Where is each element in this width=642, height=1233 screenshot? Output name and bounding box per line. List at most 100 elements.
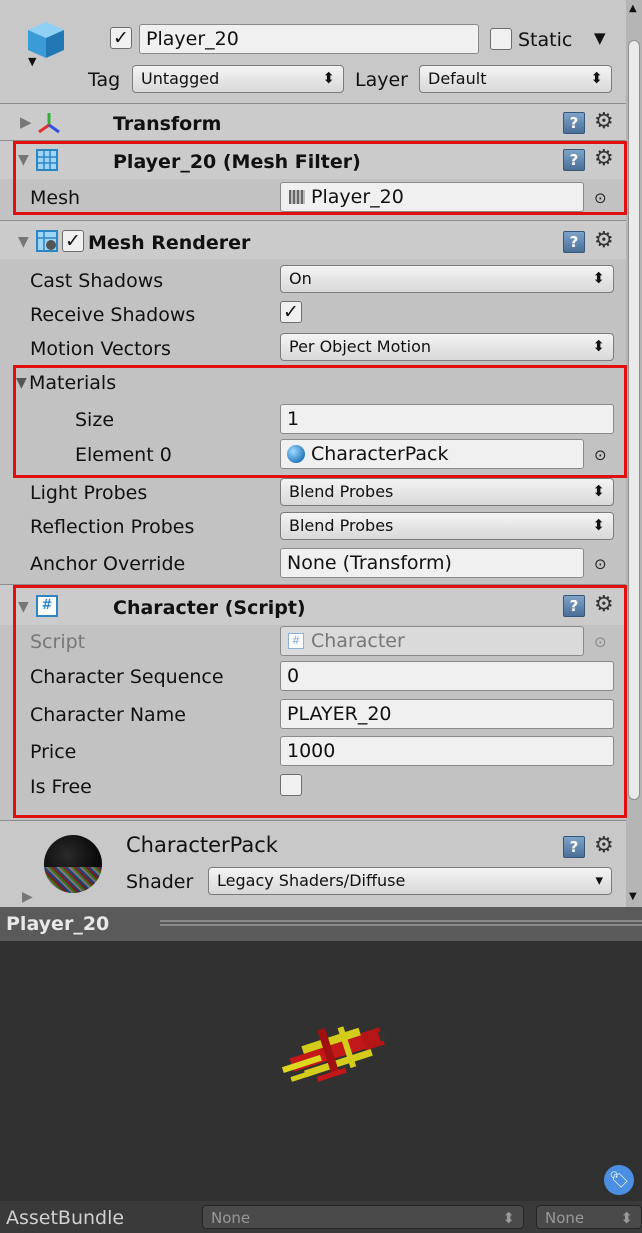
- light-probes-label: Light Probes: [30, 482, 148, 504]
- cast-shadows-dropdown[interactable]: On ⬍: [280, 265, 614, 293]
- csharp-script-icon: #: [36, 595, 58, 617]
- light-probes-dropdown[interactable]: Blend Probes ⬍: [280, 478, 614, 506]
- gear-icon[interactable]: ⚙: [594, 592, 614, 617]
- material-name: CharacterPack: [126, 833, 278, 857]
- character-name-field[interactable]: PLAYER_20: [280, 699, 614, 729]
- preview-drag-handle[interactable]: [160, 920, 642, 926]
- layer-arrow-icon: ⬍: [590, 69, 603, 87]
- foldout-expanded-icon[interactable]: ▼: [18, 235, 29, 249]
- script-label: Script: [30, 631, 86, 653]
- mesh-asset-icon: [289, 190, 305, 204]
- assetbundle-bar: AssetBundle None ⬍ None ⬍: [0, 1201, 642, 1233]
- dropdown-arrow-icon: ⬍: [620, 1209, 633, 1227]
- object-picker-icon: ⊙: [594, 633, 607, 651]
- character-sequence-field[interactable]: 0: [280, 661, 614, 691]
- price-field[interactable]: 1000: [280, 736, 614, 766]
- mesh-renderer-icon: [36, 230, 58, 252]
- object-picker-icon[interactable]: ⊙: [594, 189, 607, 207]
- character-name-label: Character Name: [30, 704, 186, 726]
- is-free-checkbox[interactable]: [280, 774, 302, 796]
- scroll-up-arrow-icon[interactable]: ▲: [629, 4, 637, 14]
- materials-size-field[interactable]: 1: [280, 404, 614, 434]
- character-script-title: Character (Script): [113, 597, 306, 619]
- gear-icon[interactable]: ⚙: [594, 109, 614, 134]
- tag-arrow-icon: ⬍: [322, 69, 335, 87]
- tag-dropdown[interactable]: Untagged ⬍: [132, 65, 344, 93]
- materials-label[interactable]: Materials: [29, 374, 116, 393]
- help-icon[interactable]: ?: [563, 149, 585, 171]
- help-icon[interactable]: ?: [563, 231, 585, 253]
- active-checkbox[interactable]: ✓: [110, 27, 132, 49]
- mesh-renderer-component-header[interactable]: ▼ ✓ Mesh Renderer ? ⚙: [0, 221, 626, 259]
- mesh-renderer-title: Mesh Renderer: [88, 232, 251, 254]
- assetbundle-name-dropdown[interactable]: None ⬍: [202, 1205, 524, 1229]
- reflection-probes-value: Blend Probes: [289, 516, 394, 535]
- help-icon[interactable]: ?: [563, 112, 585, 134]
- script-asset-icon: #: [288, 633, 304, 649]
- receive-shadows-checkbox[interactable]: ✓: [280, 301, 302, 323]
- reflection-probes-label: Reflection Probes: [30, 516, 195, 538]
- scroll-down-arrow-icon[interactable]: ▼: [629, 892, 637, 902]
- tag-value: Untagged: [141, 69, 220, 88]
- scrollbar-thumb[interactable]: [628, 40, 640, 800]
- preview-viewport[interactable]: 🏷: [0, 941, 642, 1201]
- assetbundle-label: AssetBundle: [6, 1207, 125, 1229]
- layer-dropdown[interactable]: Default ⬍: [419, 65, 612, 93]
- motion-vectors-dropdown[interactable]: Per Object Motion ⬍: [280, 333, 614, 361]
- gear-icon[interactable]: ⚙: [594, 833, 614, 858]
- material-preview-sphere: [44, 835, 102, 893]
- mesh-object-field[interactable]: Player_20: [280, 182, 584, 212]
- static-label: Static: [518, 29, 573, 51]
- object-picker-icon[interactable]: ⊙: [594, 555, 607, 573]
- foldout-expanded-icon[interactable]: ▼: [18, 600, 29, 614]
- material-section: ▶ CharacterPack ? ⚙ Shader Legacy Shader…: [0, 821, 626, 907]
- script-value: Character: [311, 630, 405, 652]
- static-dropdown-arrow-icon[interactable]: ▼: [594, 31, 606, 46]
- help-icon[interactable]: ?: [563, 836, 585, 858]
- foldout-expanded-icon[interactable]: ▼: [18, 153, 29, 167]
- transform-axes-icon: [37, 111, 61, 135]
- light-probes-value: Blend Probes: [289, 482, 394, 501]
- mesh-renderer-enabled-checkbox[interactable]: ✓: [62, 230, 84, 252]
- script-object-field: # Character: [280, 626, 584, 656]
- character-script-component-header[interactable]: ▼ # Character (Script) ? ⚙: [0, 585, 626, 625]
- materials-foldout-icon[interactable]: ▼: [16, 376, 27, 390]
- character-sequence-label: Character Sequence: [30, 666, 224, 688]
- element0-object-field[interactable]: CharacterPack: [280, 439, 584, 469]
- mesh-label: Mesh: [30, 187, 81, 209]
- is-free-label: Is Free: [30, 776, 92, 798]
- mesh-filter-grid-icon: [36, 149, 58, 171]
- foldout-collapsed-icon[interactable]: ▶: [20, 115, 32, 130]
- anchor-override-object-field[interactable]: None (Transform): [280, 548, 584, 578]
- cube-dropdown-arrow-icon[interactable]: ▼: [28, 56, 36, 67]
- assetbundle-variant-value: None: [545, 1209, 585, 1227]
- mesh-filter-component-header[interactable]: ▼ Player_20 (Mesh Filter) ? ⚙: [0, 141, 626, 179]
- transform-component-header[interactable]: ▶ Transform ? ⚙: [0, 104, 626, 140]
- reflection-probes-dropdown[interactable]: Blend Probes ⬍: [280, 512, 614, 540]
- layer-value: Default: [428, 69, 487, 88]
- motion-vectors-label: Motion Vectors: [30, 338, 171, 360]
- gear-icon[interactable]: ⚙: [594, 146, 614, 171]
- gameobject-name-field[interactable]: Player_20: [139, 24, 479, 54]
- inspector-scrollbar[interactable]: ▲ ▼: [626, 0, 642, 907]
- element0-label: Element 0: [75, 444, 172, 466]
- price-label: Price: [30, 741, 77, 763]
- transform-title: Transform: [113, 113, 222, 135]
- asset-label-tag-icon[interactable]: 🏷: [604, 1165, 634, 1195]
- dropdown-arrow-icon: ⬍: [592, 482, 605, 500]
- receive-shadows-label: Receive Shadows: [30, 304, 196, 326]
- static-checkbox[interactable]: [490, 28, 512, 50]
- anchor-override-label: Anchor Override: [30, 553, 186, 575]
- tag-label: Tag: [88, 69, 121, 91]
- material-noise-texture: [44, 867, 102, 893]
- dropdown-arrow-icon: ⬍: [592, 337, 605, 355]
- motion-vectors-value: Per Object Motion: [289, 337, 432, 356]
- assetbundle-variant-dropdown[interactable]: None ⬍: [536, 1205, 642, 1229]
- object-picker-icon[interactable]: ⊙: [594, 446, 607, 464]
- assetbundle-name-value: None: [211, 1209, 251, 1227]
- gear-icon[interactable]: ⚙: [594, 228, 614, 253]
- shader-dropdown[interactable]: Legacy Shaders/Diffuse ▾: [208, 867, 612, 895]
- player-model-preview: [270, 1011, 420, 1091]
- material-foldout-icon[interactable]: ▶: [22, 890, 33, 904]
- help-icon[interactable]: ?: [563, 595, 585, 617]
